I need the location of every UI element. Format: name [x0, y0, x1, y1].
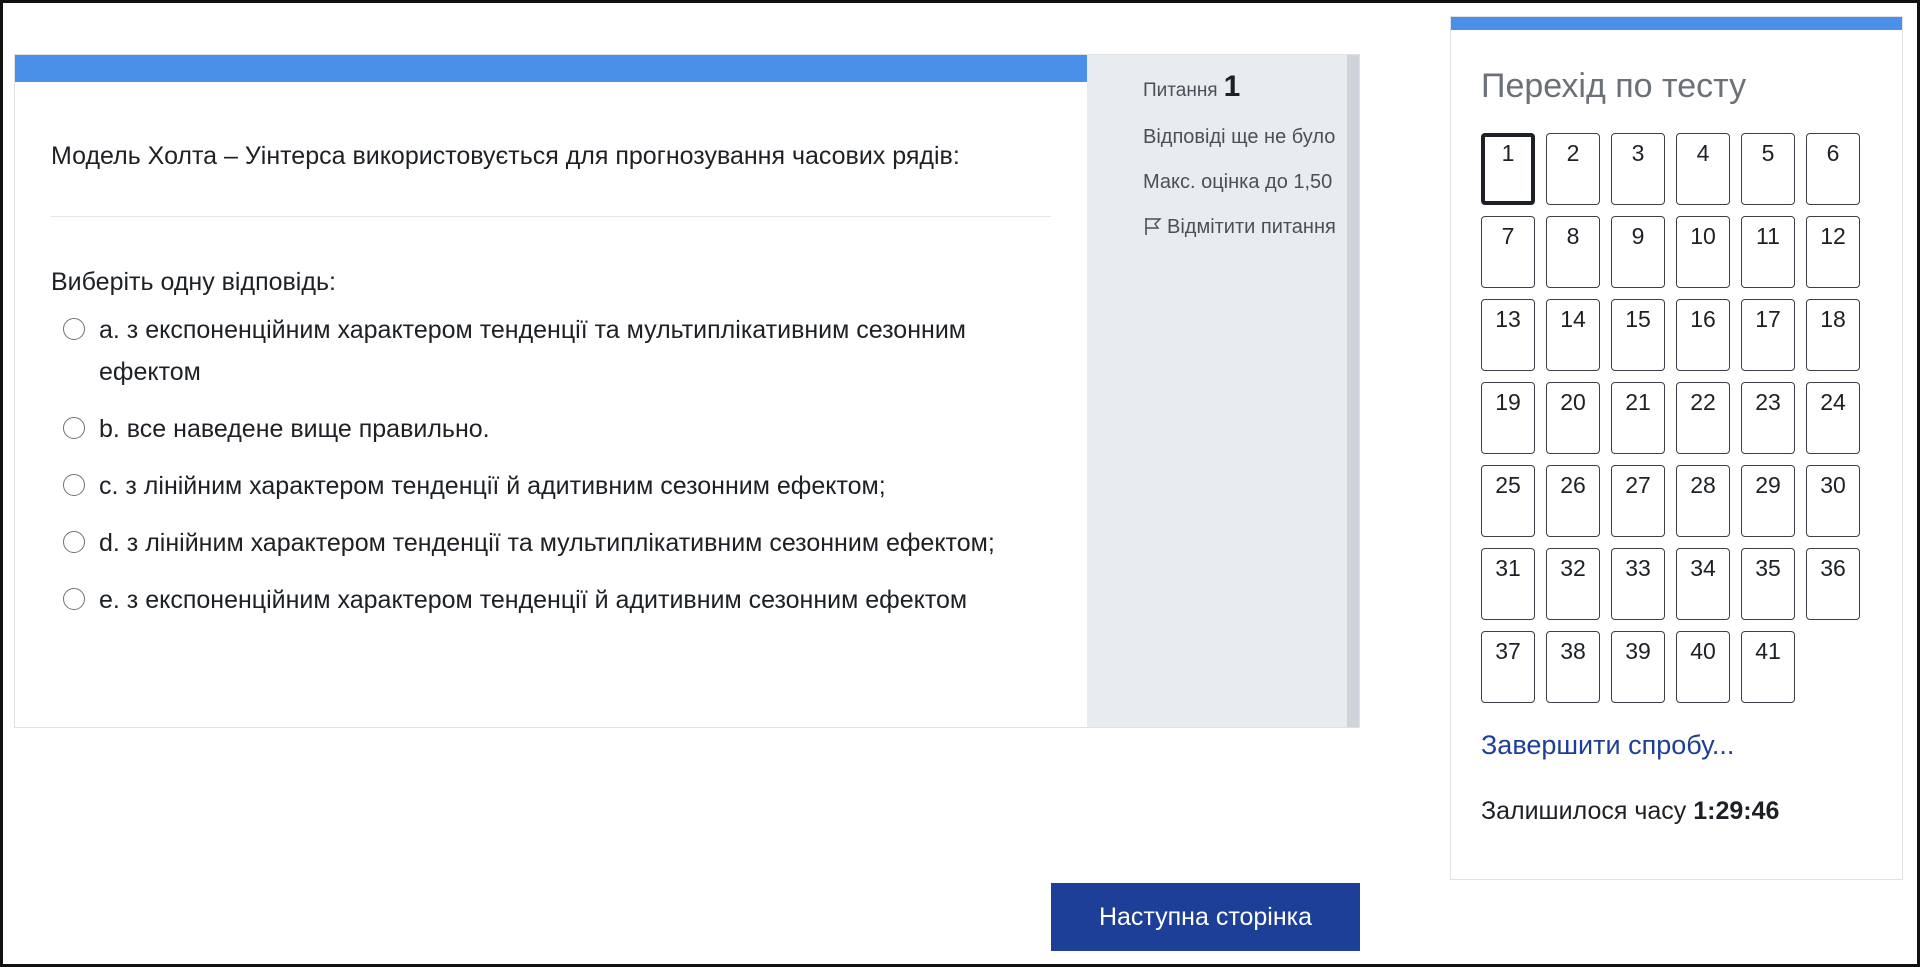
- question-nav-button[interactable]: 39: [1611, 631, 1665, 703]
- question-nav-button[interactable]: 7: [1481, 216, 1535, 288]
- answer-label: d. з лінійним характером тенденції та му…: [99, 529, 995, 557]
- time-label: Залишилося часу: [1481, 797, 1687, 825]
- question-divider: [51, 216, 1051, 217]
- answer-option-d[interactable]: d. з лінійним характером тенденції та му…: [51, 522, 1071, 564]
- question-text: Модель Холта – Уінтерса використовується…: [51, 142, 960, 170]
- question-nav-button[interactable]: 4: [1676, 133, 1730, 205]
- question-nav-button[interactable]: 1: [1481, 133, 1535, 205]
- answer-label: c. з лінійним характером тенденції й ади…: [99, 472, 886, 500]
- answer-option-b[interactable]: b. все наведене вище правильно.: [51, 408, 1071, 450]
- question-nav-button[interactable]: 27: [1611, 465, 1665, 537]
- question-nav-button[interactable]: 23: [1741, 382, 1795, 454]
- finish-attempt-link[interactable]: Завершити спробу...: [1481, 730, 1734, 761]
- question-nav-button[interactable]: 8: [1546, 216, 1600, 288]
- question-nav-button[interactable]: 21: [1611, 382, 1665, 454]
- navigation-accent-bar: [1451, 17, 1902, 30]
- answer-label: e. з експоненційним характером тенденції…: [99, 586, 968, 614]
- answer-label: b. все наведене вище правильно.: [99, 415, 490, 443]
- flag-outline-icon: [1145, 218, 1162, 235]
- question-nav-button[interactable]: 40: [1676, 631, 1730, 703]
- answer-prompt: Виберіть одну відповідь:: [51, 268, 336, 296]
- question-nav-button[interactable]: 5: [1741, 133, 1795, 205]
- question-nav-button[interactable]: 19: [1481, 382, 1535, 454]
- question-nav-button[interactable]: 37: [1481, 631, 1535, 703]
- question-number: 1: [1223, 70, 1241, 103]
- question-nav-button[interactable]: 11: [1741, 216, 1795, 288]
- quiz-navigation: Перехід по тесту 1 2 3 4 5 6 7 8 9 10 11 12 13 14 15 16…: [1450, 16, 1903, 880]
- question-status: Відповіді ще не було: [1143, 126, 1336, 148]
- question-nav-button[interactable]: 29: [1741, 465, 1795, 537]
- flag-label: Відмітити питання: [1167, 216, 1336, 238]
- question-nav-button[interactable]: 41: [1741, 631, 1795, 703]
- question-nav-button[interactable]: 17: [1741, 299, 1795, 371]
- question-nav-button[interactable]: 35: [1741, 548, 1795, 620]
- radio-button[interactable]: [63, 531, 85, 553]
- radio-button[interactable]: [63, 318, 85, 340]
- radio-button[interactable]: [63, 588, 85, 610]
- question-nav-button[interactable]: 31: [1481, 548, 1535, 620]
- question-card: Модель Холта – Уінтерса використовується…: [14, 54, 1360, 728]
- answer-option-c[interactable]: c. з лінійним характером тенденції й ади…: [51, 465, 1071, 507]
- question-nav-button[interactable]: 28: [1676, 465, 1730, 537]
- answer-label: a. з експоненційним характером тенденції…: [99, 316, 966, 386]
- question-nav-button[interactable]: 10: [1676, 216, 1730, 288]
- question-number-line: Питання 1: [1143, 69, 1343, 109]
- question-nav-button[interactable]: 36: [1806, 548, 1860, 620]
- time-value: 1:29:46: [1693, 797, 1780, 825]
- question-nav-button[interactable]: 33: [1611, 548, 1665, 620]
- question-nav-button[interactable]: 30: [1806, 465, 1860, 537]
- question-nav-button[interactable]: 32: [1546, 548, 1600, 620]
- question-nav-button[interactable]: 25: [1481, 465, 1535, 537]
- question-nav-button[interactable]: 16: [1676, 299, 1730, 371]
- question-nav-button[interactable]: 34: [1676, 548, 1730, 620]
- question-content: Модель Холта – Уінтерса використовується…: [15, 55, 1087, 727]
- question-nav-button[interactable]: 6: [1806, 133, 1860, 205]
- time-remaining: Залишилося часу 1:29:46: [1481, 797, 1779, 826]
- question-info: Питання 1 Відповіді ще не було Макс. оцін…: [1143, 69, 1343, 244]
- max-grade: Макс. оцінка до 1,50: [1143, 171, 1333, 193]
- question-nav-button[interactable]: 12: [1806, 216, 1860, 288]
- question-nav-button[interactable]: 18: [1806, 299, 1860, 371]
- question-nav-button[interactable]: 22: [1676, 382, 1730, 454]
- question-nav-button[interactable]: 13: [1481, 299, 1535, 371]
- radio-button[interactable]: [63, 474, 85, 496]
- answer-option-a[interactable]: a. з експоненційним характером тенденції…: [51, 309, 1071, 393]
- question-nav-button[interactable]: 2: [1546, 133, 1600, 205]
- question-label: Питання: [1143, 80, 1218, 101]
- next-page-button[interactable]: Наступна сторінка: [1051, 883, 1360, 951]
- question-nav-button[interactable]: 26: [1546, 465, 1600, 537]
- question-info-panel: Питання 1 Відповіді ще не було Макс. оцін…: [1087, 55, 1359, 727]
- question-nav-button[interactable]: 38: [1546, 631, 1600, 703]
- question-nav-button[interactable]: 9: [1611, 216, 1665, 288]
- question-nav-button[interactable]: 24: [1806, 382, 1860, 454]
- question-nav-button[interactable]: 14: [1546, 299, 1600, 371]
- flag-question-link[interactable]: Відмітити питання: [1143, 211, 1343, 244]
- answer-option-e[interactable]: e. з експоненційним характером тенденції…: [51, 579, 1071, 621]
- answer-list: a. з експоненційним характером тенденції…: [51, 309, 1071, 636]
- question-nav-button[interactable]: 15: [1611, 299, 1665, 371]
- radio-button[interactable]: [63, 417, 85, 439]
- question-nav-button[interactable]: 20: [1546, 382, 1600, 454]
- navigation-title: Перехід по тесту: [1481, 67, 1747, 105]
- question-button-grid: 1 2 3 4 5 6 7 8 9 10 11 12 13 14 15 16 17 18 19 20 21 22 23 24 2…: [1481, 133, 1881, 703]
- question-accent-bar: [15, 55, 1087, 82]
- question-nav-button[interactable]: 3: [1611, 133, 1665, 205]
